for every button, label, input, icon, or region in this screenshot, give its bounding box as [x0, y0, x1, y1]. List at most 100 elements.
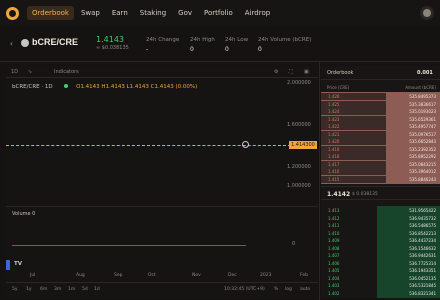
bid-row[interactable]: 1.405 536.1943351 — [321, 267, 440, 274]
nav-gov[interactable]: Gov — [173, 6, 197, 20]
screenshot-icon[interactable]: ▣ — [304, 69, 309, 75]
orderbook-panel: Orderbook 0.001 Price (CRE) Amount (bCRE… — [321, 66, 440, 298]
bid-price: 1.404 — [328, 275, 340, 281]
ask-amount: 535.0976517 — [409, 131, 436, 137]
status-dot-icon — [64, 84, 69, 88]
ask-row[interactable]: 1.424 535.0193023 — [321, 108, 440, 115]
bid-price: 1.412 — [328, 215, 340, 221]
volume-baseline — [12, 245, 246, 246]
ticker-price-usd: ≈ $0.038135 — [96, 45, 129, 51]
bid-price: 1.413 — [328, 208, 340, 213]
tradingview-logo[interactable]: TV — [14, 261, 22, 267]
bid-row[interactable]: 1.403 536.5321845 — [321, 282, 440, 289]
ask-row[interactable]: 1.417 535.0843215 — [321, 160, 440, 168]
bid-row[interactable]: 1.406 536.7725314 — [321, 260, 440, 267]
bid-amount: 536.7725314 — [409, 260, 436, 266]
bid-amount: 536.8542213 — [409, 230, 436, 236]
range-3m[interactable]: 3m — [54, 287, 61, 292]
wallet-avatar-icon[interactable] — [420, 6, 434, 20]
ask-amount: 535.6529361 — [409, 116, 436, 122]
bid-row[interactable]: 1.410 536.8542213 — [321, 230, 440, 237]
range-5y[interactable]: 5y — [12, 287, 18, 292]
nav-staking[interactable]: Staking — [135, 6, 171, 20]
ask-price: 1.424 — [328, 109, 340, 114]
x-axis-label: Dec — [228, 273, 237, 278]
interval-selector[interactable]: 1D — [11, 69, 18, 75]
x-axis-label: Aug — [76, 273, 85, 278]
ask-row[interactable]: 1.425 535.3836617 — [321, 100, 440, 108]
ask-row[interactable]: 1.416 535.3964012 — [321, 168, 440, 175]
ask-row[interactable]: 1.418 535.8952292 — [321, 153, 440, 160]
bid-price: 1.410 — [328, 230, 340, 236]
y-axis-label: 1.600000 — [287, 122, 311, 128]
ask-amount: 535.6652843 — [409, 139, 436, 144]
bid-row[interactable]: 1.407 536.9442631 — [321, 252, 440, 259]
y-axis-label: 2.000000 — [287, 80, 311, 86]
nav-airdrop[interactable]: Airdrop — [240, 6, 275, 20]
chart-bottom-bar: 5y 1y 6m 3m 1m 5d 1d 10:32:45 (UTC+9) % … — [6, 282, 318, 296]
ask-row[interactable]: 1.420 535.6652843 — [321, 138, 440, 145]
bid-row[interactable]: 1.402 536.8321341 — [321, 290, 440, 297]
bid-price: 1.411 — [328, 223, 340, 228]
fullscreen-icon[interactable]: ⛶ — [289, 69, 293, 75]
bid-row[interactable]: 1.404 536.0452135 — [321, 275, 440, 282]
x-axis-label: 2023 — [260, 273, 272, 278]
ask-amount: 535.0843215 — [409, 161, 436, 167]
precision-selector[interactable]: 0.001 — [417, 70, 433, 76]
ask-price: 1.419 — [328, 146, 340, 152]
price-chart[interactable]: 1D ∿ Indicators ⚙ ⛶ ▣ bCRE/CRE · 1D O1.4… — [6, 66, 318, 298]
ask-row[interactable]: 1.415 535.8846243 — [321, 175, 440, 183]
nav-swap[interactable]: Swap — [76, 6, 105, 20]
ask-row[interactable]: 1.422 535.4957747 — [321, 123, 440, 130]
nav-portfolio[interactable]: Portfolio — [199, 6, 238, 20]
bid-price: 1.407 — [328, 253, 340, 258]
ask-amount: 535.4957747 — [409, 124, 436, 129]
bid-price: 1.402 — [328, 290, 340, 296]
ask-price: 1.423 — [328, 116, 340, 122]
stat-24h-volume: 24h Volume (bCRE) 0 — [258, 37, 311, 53]
crescent-logo-icon[interactable] — [6, 6, 19, 20]
bid-row[interactable]: 1.408 536.1546632 — [321, 245, 440, 252]
range-6m[interactable]: 6m — [40, 287, 47, 292]
legend-ohlc: O1.4143 H1.4143 L1.4143 C1.4143 (0.00%) — [76, 84, 198, 90]
bid-row[interactable]: 1.409 536.4437234 — [321, 237, 440, 244]
coin-icon — [21, 39, 29, 47]
stat-value: - — [146, 46, 149, 53]
nav-orderbook[interactable]: Orderbook — [27, 6, 74, 20]
settings-icon[interactable]: ⚙ — [274, 69, 278, 75]
range-5d[interactable]: 5d — [82, 287, 88, 292]
auto-toggle[interactable]: auto — [300, 287, 310, 292]
pair-name[interactable]: bCRE/CRE — [32, 37, 78, 47]
chart-type-icon[interactable]: ∿ — [28, 69, 32, 75]
range-1y[interactable]: 1y — [26, 287, 32, 292]
range-1m[interactable]: 1m — [68, 287, 75, 292]
stat-label: 24h Volume (bCRE) — [258, 37, 312, 43]
nav-earn[interactable]: Earn — [107, 6, 133, 20]
bid-amount: 536.4437234 — [409, 238, 436, 243]
bid-row[interactable]: 1.412 536.9435732 — [321, 215, 440, 222]
pair-selector-chevron-icon[interactable]: ‹ — [10, 40, 13, 48]
last-price-tag: 1.414300 — [289, 141, 317, 149]
ask-row[interactable]: 1.419 535.2392352 — [321, 145, 440, 153]
range-1d[interactable]: 1d — [94, 287, 100, 292]
x-axis-label: Sep — [114, 273, 123, 278]
log-toggle[interactable]: log — [285, 287, 292, 292]
col-price: Price (CRE) — [327, 85, 350, 90]
ask-row[interactable]: 1.423 535.6529361 — [321, 115, 440, 123]
percent-toggle[interactable]: % — [274, 287, 278, 292]
bid-price: 1.403 — [328, 283, 340, 288]
ask-price: 1.425 — [328, 101, 340, 107]
ask-row[interactable]: 1.426 535.8495373 — [321, 93, 440, 100]
tradingview-badge — [6, 260, 10, 270]
indicators-button[interactable]: Indicators — [54, 69, 79, 75]
y-axis-label: 1.000000 — [287, 183, 311, 189]
stat-label: 24h Low — [225, 37, 249, 43]
orderbook-spread: 1.4142 $ 0.038135 — [321, 186, 440, 200]
bid-row[interactable]: 1.411 536.5486575 — [321, 222, 440, 229]
bid-amount: 536.1546632 — [409, 245, 436, 251]
stat-label: 24h Change — [146, 37, 180, 43]
ask-price: 1.416 — [328, 169, 340, 174]
bid-row[interactable]: 1.413 531.9565422 — [321, 207, 440, 214]
ask-row[interactable]: 1.421 535.0976517 — [321, 130, 440, 138]
stat-24h-low: 24h Low 0 — [225, 37, 248, 53]
